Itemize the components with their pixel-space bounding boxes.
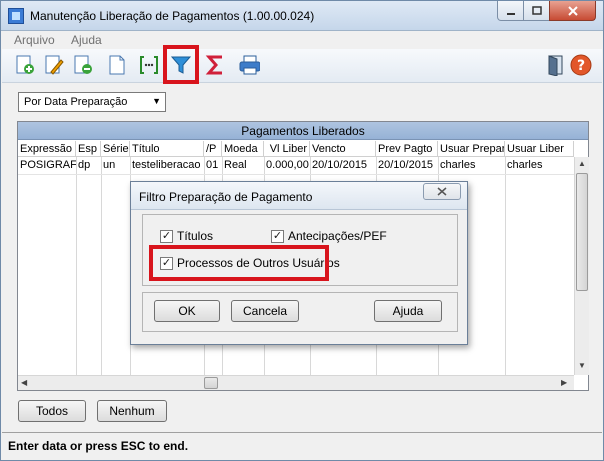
col-divider	[101, 157, 102, 375]
cell-vencto: 20/10/2015	[312, 159, 368, 171]
vertical-scroll-thumb[interactable]	[576, 173, 588, 291]
help-icon: ?	[570, 54, 592, 76]
ajuda-button[interactable]: Ajuda	[374, 300, 442, 322]
svg-text:?: ?	[577, 58, 585, 74]
col-header-moeda[interactable]: Moeda	[222, 141, 264, 157]
title-bar: Manutenção Liberação de Pagamentos (1.00…	[1, 1, 603, 31]
cell-prev-pagto: 20/10/2015	[378, 159, 434, 171]
document-icon	[109, 55, 125, 75]
chevron-down-icon: ▼	[152, 96, 161, 106]
maximize-icon	[531, 5, 542, 15]
scroll-down-icon[interactable]: ▼	[578, 361, 586, 370]
cell-vl-liber: 0.000,00	[266, 159, 309, 171]
menu-bar: Arquivo Ajuda	[2, 31, 602, 49]
col-header-parcela[interactable]: /P	[204, 141, 222, 157]
minimize-button[interactable]	[497, 1, 524, 21]
check-icon: ✓	[271, 229, 284, 243]
row-divider	[18, 174, 574, 175]
close-button[interactable]	[549, 1, 596, 21]
col-header-vencto[interactable]: Vencto	[310, 141, 376, 157]
col-divider	[505, 157, 506, 375]
cell-serie: un	[103, 159, 116, 171]
toolbar: ?	[2, 49, 602, 83]
print-button[interactable]	[238, 54, 260, 76]
todos-button[interactable]: Todos	[18, 400, 86, 422]
scroll-up-icon[interactable]: ▲	[578, 159, 586, 168]
add-icon	[16, 55, 34, 74]
window-title: Manutenção Liberação de Pagamentos (1.00…	[30, 9, 315, 23]
bracket-button[interactable]	[138, 54, 160, 76]
vertical-scrollbar[interactable]: ▲ ▼	[574, 157, 589, 375]
sum-button[interactable]	[205, 54, 227, 76]
titulos-checkbox[interactable]: ✓ Títulos	[160, 229, 213, 243]
scroll-left-icon[interactable]: ◀	[21, 378, 27, 387]
sum-icon	[205, 55, 222, 75]
filter-dialog: Filtro Preparação de Pagamento ✓ Títulos…	[130, 181, 468, 345]
col-header-esp[interactable]: Esp	[76, 141, 101, 157]
menu-ajuda[interactable]: Ajuda	[71, 33, 102, 47]
check-icon: ✓	[160, 229, 173, 243]
exit-door-icon	[548, 55, 563, 76]
cell-esp: dp	[78, 159, 91, 171]
horizontal-scroll-thumb[interactable]	[204, 377, 218, 389]
status-bar: Enter data or press ESC to end.	[2, 432, 602, 460]
edit-icon	[45, 55, 64, 75]
col-header-titulo[interactable]: Título	[130, 141, 204, 157]
app-icon	[8, 8, 24, 24]
help-button[interactable]: ?	[570, 54, 592, 76]
scroll-right-icon[interactable]: ▶	[561, 378, 567, 387]
close-icon	[567, 5, 578, 16]
titulos-label: Títulos	[177, 229, 214, 243]
col-header-serie[interactable]: Série	[101, 141, 130, 157]
remove-icon	[74, 55, 92, 74]
edit-button[interactable]	[43, 54, 65, 76]
grid-title: Pagamentos Liberados	[18, 122, 588, 140]
cell-usuar-prepar: charles	[440, 159, 476, 171]
cell-titulo: testeliberacao	[132, 159, 201, 171]
menu-arquivo[interactable]: Arquivo	[14, 33, 55, 47]
filter-highlight-box	[163, 45, 199, 84]
dialog-close-button[interactable]	[423, 183, 461, 200]
col-divider	[76, 157, 77, 375]
outros-usuarios-highlight-box	[149, 245, 329, 281]
exit-button[interactable]	[545, 54, 567, 76]
col-header-usuar-prepar[interactable]: Usuar Prepar	[438, 141, 505, 157]
minimize-icon	[506, 12, 515, 15]
cell-parcela: 01	[206, 159, 219, 171]
horizontal-scrollbar[interactable]: ◀ ▶	[18, 375, 574, 390]
bracket-icon	[140, 56, 158, 74]
ok-button[interactable]: OK	[154, 300, 220, 322]
col-header-prev-pagto[interactable]: Prev Pagto	[376, 141, 438, 157]
col-header-expressao[interactable]: Expressão	[18, 141, 76, 157]
print-icon	[239, 55, 260, 75]
main-window: Manutenção Liberação de Pagamentos (1.00…	[0, 0, 604, 461]
status-text: Enter data or press ESC to end.	[8, 439, 189, 453]
col-header-usuar-liber[interactable]: Usuar Liber	[505, 141, 574, 157]
add-button[interactable]	[14, 54, 36, 76]
dialog-title: Filtro Preparação de Pagamento	[139, 190, 313, 204]
close-icon	[437, 187, 447, 196]
document-button[interactable]	[106, 54, 128, 76]
dialog-title-bar: Filtro Preparação de Pagamento	[131, 182, 467, 210]
cell-usuar-liber: charles	[507, 159, 543, 171]
antecipacoes-checkbox[interactable]: ✓ Antecipações/PEF	[271, 229, 387, 243]
filter-combo-value: Por Data Preparação	[24, 96, 128, 108]
cancela-button[interactable]: Cancela	[231, 300, 299, 322]
cell-moeda: Real	[224, 159, 247, 171]
maximize-button[interactable]	[523, 1, 550, 21]
cell-expressao: POSIGRAF	[20, 159, 76, 171]
filter-combo[interactable]: Por Data Preparação ▼	[18, 92, 166, 112]
antecipacoes-label: Antecipações/PEF	[288, 229, 387, 243]
col-header-vl-liber[interactable]: Vl Liber	[264, 141, 310, 157]
remove-button[interactable]	[72, 54, 94, 76]
nenhum-button[interactable]: Nenhum	[97, 400, 167, 422]
